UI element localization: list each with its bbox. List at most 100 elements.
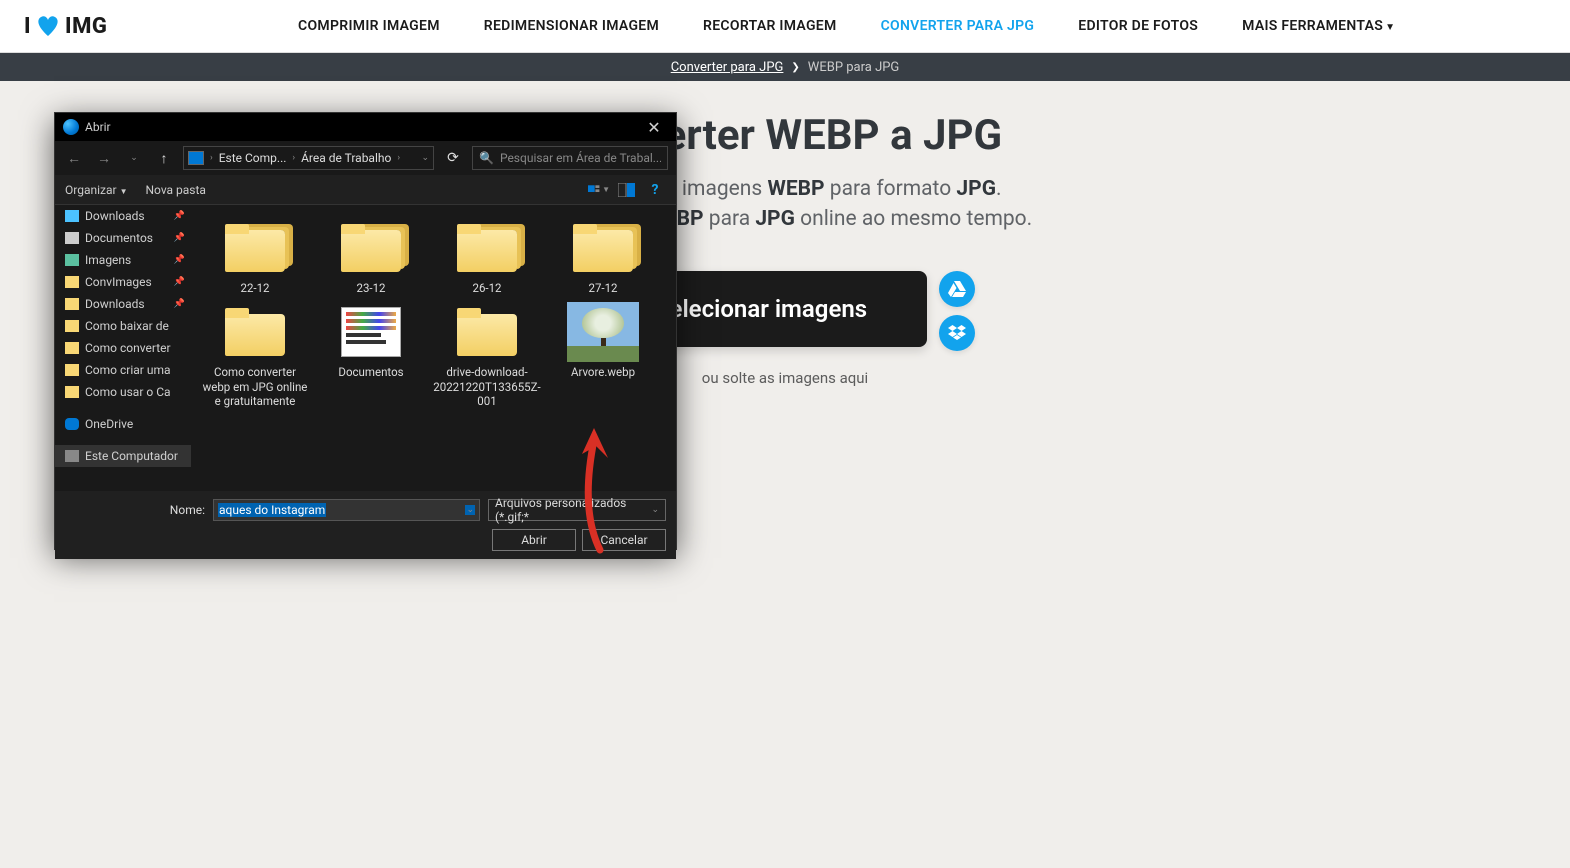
sidebar-item-este-computador[interactable]: Este Computador: [55, 445, 191, 467]
dl-icon: [65, 210, 79, 222]
nav-convert-jpg[interactable]: CONVERTER PARA JPG: [881, 18, 1035, 34]
sidebar-item-convimages[interactable]: ConvImages 📌: [55, 271, 191, 293]
open-button[interactable]: Abrir: [492, 529, 576, 551]
nav-crop[interactable]: RECORTAR IMAGEM: [703, 18, 837, 34]
caret-down-icon: ▼: [120, 187, 128, 196]
google-drive-icon: [948, 281, 966, 297]
image-thumbnail: [567, 302, 639, 362]
folder-icon: [457, 308, 517, 356]
top-nav: I IMG COMPRIMIR IMAGEM REDIMENSIONAR IMA…: [0, 0, 1570, 53]
help-button[interactable]: ?: [644, 181, 666, 199]
file-item[interactable]: 26-12: [429, 215, 545, 299]
up-button[interactable]: ↑: [153, 147, 175, 169]
folder-icon: [225, 224, 285, 272]
chevron-right-icon: ›: [397, 153, 400, 163]
logo[interactable]: I IMG: [24, 14, 107, 39]
file-label: 23-12: [356, 281, 385, 295]
path-seg-desktop[interactable]: Área de Trabalho: [299, 151, 393, 165]
dialog-footer: Nome: aques do Instagram⌄ Arquivos perso…: [55, 491, 676, 559]
file-type-select[interactable]: Arquivos personalizados (*.gif;*⌄: [488, 499, 666, 521]
google-drive-button[interactable]: [939, 271, 975, 307]
nav-more-tools[interactable]: MAIS FERRAMENTAS▼: [1242, 18, 1395, 34]
preview-pane-button[interactable]: [616, 181, 638, 199]
sidebar-item-documentos[interactable]: Documentos📌: [55, 227, 191, 249]
chevron-right-icon: ›: [292, 153, 295, 163]
heart-icon: [35, 15, 61, 37]
path-bar[interactable]: › Este Comp... › Área de Trabalho › ⌄: [183, 146, 434, 170]
nav-items: COMPRIMIR IMAGEM REDIMENSIONAR IMAGEM RE…: [147, 18, 1546, 34]
back-button[interactable]: ←: [63, 147, 85, 169]
chevron-down-icon[interactable]: ⌄: [465, 505, 475, 515]
file-label: drive-download-20221220T133655Z-001: [432, 365, 542, 408]
file-item[interactable]: Documentos: [313, 299, 429, 412]
sidebar-label: Este Computador: [85, 449, 178, 463]
sidebar-label: Documentos: [85, 231, 153, 245]
sidebar-item-como-converter[interactable]: Como converter: [55, 337, 191, 359]
pin-icon: 📌: [174, 211, 185, 221]
name-label: Nome:: [65, 503, 205, 517]
cancel-button[interactable]: Cancelar: [582, 529, 666, 551]
nav-compress[interactable]: COMPRIMIR IMAGEM: [298, 18, 440, 34]
sidebar-label: ConvImages: [85, 275, 152, 289]
pin-icon: 📌: [174, 277, 185, 287]
doc-icon: [65, 232, 79, 244]
nav-resize[interactable]: REDIMENSIONAR IMAGEM: [484, 18, 659, 34]
search-box[interactable]: 🔍: [472, 146, 668, 170]
sidebar-item-como-criar-uma[interactable]: Como criar uma: [55, 359, 191, 381]
search-icon: 🔍: [479, 151, 494, 165]
sidebar-item-imagens[interactable]: Imagens📌: [55, 249, 191, 271]
path-seg-computer[interactable]: Este Comp...: [217, 151, 289, 165]
new-folder-button[interactable]: Nova pasta: [146, 183, 206, 197]
folder-icon: [65, 320, 79, 332]
folder-icon: [225, 308, 285, 356]
command-bar: Organizar▼ Nova pasta ▼ ?: [55, 175, 676, 205]
file-list: 22-12 23-12 26-12 27-12 Como converter webp …: [191, 205, 676, 491]
folder-icon: [65, 342, 79, 354]
recent-dropdown[interactable]: ⌄: [123, 147, 145, 169]
chevron-down-icon[interactable]: ⌄: [421, 153, 429, 163]
sidebar-item-downloads[interactable]: Downloads 📌: [55, 205, 191, 227]
folder-icon: [65, 276, 79, 288]
file-item[interactable]: 27-12: [545, 215, 661, 299]
file-label: 27-12: [588, 281, 617, 295]
breadcrumb-link[interactable]: Converter para JPG: [671, 60, 784, 75]
filename-input[interactable]: aques do Instagram⌄: [213, 499, 480, 521]
breadcrumb-current: WEBP para JPG: [808, 60, 900, 75]
file-label: Como converter webp em JPG online e grat…: [200, 365, 310, 408]
close-button[interactable]: ✕: [640, 118, 668, 137]
nav-editor[interactable]: EDITOR DE FOTOS: [1078, 18, 1198, 34]
sidebar-label: Downloads: [85, 209, 145, 223]
sidebar-item-onedrive[interactable]: OneDrive: [55, 413, 191, 435]
file-label: 26-12: [472, 281, 501, 295]
file-item[interactable]: Como converter webp em JPG online e grat…: [197, 299, 313, 412]
sidebar-item-como-usar-o-ca[interactable]: Como usar o Ca: [55, 381, 191, 403]
sidebar-item-como-baixar-de[interactable]: Como baixar de: [55, 315, 191, 337]
organize-menu[interactable]: Organizar▼: [65, 183, 128, 197]
file-item[interactable]: 22-12: [197, 215, 313, 299]
pin-icon: 📌: [174, 299, 185, 309]
file-item[interactable]: Arvore.webp: [545, 299, 661, 412]
dropbox-icon: [948, 325, 966, 341]
caret-down-icon: ▼: [1385, 22, 1395, 33]
refresh-button[interactable]: ⟳: [442, 147, 464, 169]
dialog-titlebar: Abrir ✕: [55, 113, 676, 141]
search-input[interactable]: [500, 151, 661, 165]
breadcrumb: Converter para JPG ❯ WEBP para JPG: [0, 53, 1570, 81]
file-label: Documentos: [338, 365, 403, 379]
dropbox-button[interactable]: [939, 315, 975, 351]
dialog-toolbar: ← → ⌄ ↑ › Este Comp... › Área de Trabalh…: [55, 141, 676, 175]
dialog-title: Abrir: [85, 120, 640, 134]
sidebar-item-downloads[interactable]: Downloads 📌: [55, 293, 191, 315]
forward-button[interactable]: →: [93, 147, 115, 169]
logo-text-i: I: [24, 14, 31, 39]
sidebar-label: Como usar o Ca: [85, 385, 171, 399]
sidebar-label: OneDrive: [85, 417, 133, 431]
file-item[interactable]: 23-12: [313, 215, 429, 299]
folder-icon: [457, 224, 517, 272]
file-item[interactable]: drive-download-20221220T133655Z-001: [429, 299, 545, 412]
sidebar-label: Downloads: [85, 297, 145, 311]
pin-icon: 📌: [174, 255, 185, 265]
sidebar-label: Como converter: [85, 341, 171, 355]
chevron-right-icon: ❯: [791, 62, 799, 73]
view-mode-button[interactable]: ▼: [588, 181, 610, 199]
